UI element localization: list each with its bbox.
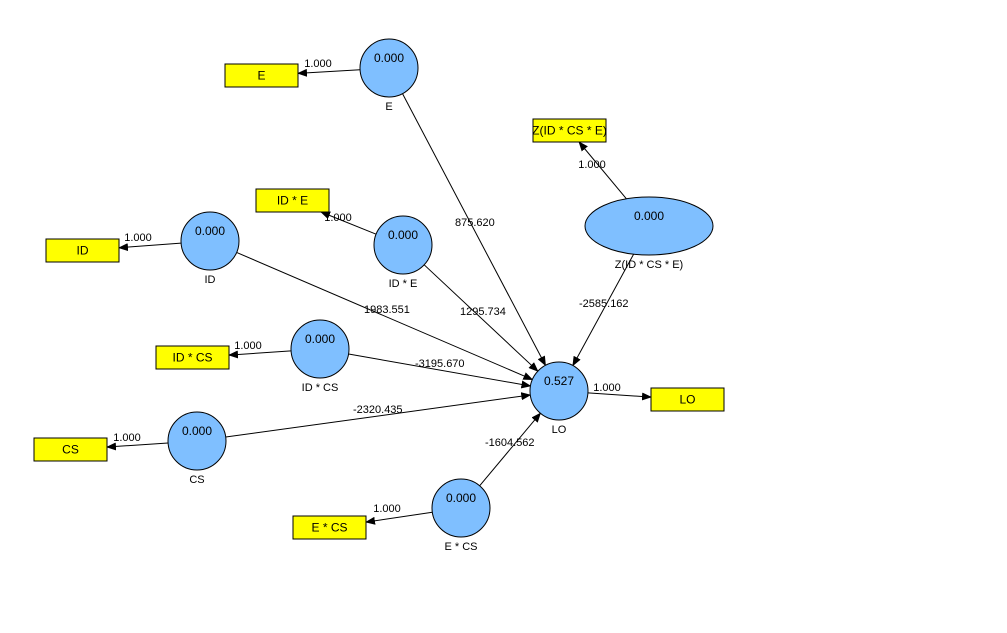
- latent-ellipse[interactable]: [167, 411, 227, 471]
- latent-label: ID: [205, 274, 216, 286]
- latent-id[interactable]: 0.000 ID: [180, 211, 240, 286]
- latent-label: LO: [552, 424, 567, 436]
- outer-loading: 1.000: [124, 232, 152, 244]
- outer-loading: 1.000: [593, 382, 621, 394]
- indicator-label: ID: [77, 244, 89, 258]
- path-arrow-cs-to-lo[interactable]: [225, 392, 532, 438]
- indicator-id-cs[interactable]: ID * CS: [155, 345, 230, 370]
- latent-label: E: [385, 101, 392, 113]
- latent-id-e[interactable]: 0.000 ID * E: [373, 215, 433, 290]
- latent-e[interactable]: 0.000 E: [359, 38, 419, 113]
- latent-ellipse[interactable]: [584, 196, 714, 256]
- r-squared-value: 0.000: [388, 228, 418, 242]
- indicator-label: E: [257, 69, 265, 83]
- latent-z-id-cs-e[interactable]: 0.000 Z(ID * CS * E): [584, 196, 714, 271]
- path-coefficient: -1604.562: [485, 437, 535, 449]
- indicator-e[interactable]: E: [224, 63, 299, 88]
- latent-label: CS: [189, 474, 204, 486]
- latent-ellipse[interactable]: [290, 319, 350, 379]
- path-coefficient: 1983.551: [364, 304, 410, 316]
- latent-label: ID * E: [389, 278, 418, 290]
- path-coefficient: 875.620: [455, 217, 495, 229]
- r-squared-value: 0.000: [182, 424, 212, 438]
- latent-ellipse[interactable]: [529, 361, 589, 421]
- loading-arrow-e[interactable]: [297, 68, 361, 77]
- indicator-label: E * CS: [311, 521, 347, 535]
- latent-label: E * CS: [444, 541, 477, 553]
- path-coefficient: -2585.162: [579, 298, 629, 310]
- indicator-label: Z(ID * CS * E): [532, 124, 607, 138]
- latent-e-cs[interactable]: 0.000 E * CS: [431, 478, 491, 553]
- latent-label: Z(ID * CS * E): [615, 259, 683, 271]
- r-squared-value: 0.527: [544, 374, 574, 388]
- path-coefficient: -2320.435: [353, 404, 403, 416]
- latent-ellipse[interactable]: [431, 478, 491, 538]
- indicator-z-id-cs-e[interactable]: Z(ID * CS * E): [532, 118, 607, 143]
- nodes-layer: E ID * E ID ID * CS CS E * CS Z(ID * CS * E) LO…: [33, 38, 725, 553]
- latent-ellipse[interactable]: [373, 215, 433, 275]
- r-squared-value: 0.000: [634, 209, 664, 223]
- latent-id-cs[interactable]: 0.000 ID * CS: [290, 319, 350, 394]
- outer-loading: 1.000: [234, 340, 262, 352]
- latent-ellipse[interactable]: [180, 211, 240, 271]
- latent-label: ID * CS: [302, 382, 339, 394]
- indicator-label: ID * CS: [172, 351, 212, 365]
- latent-ellipse[interactable]: [359, 38, 419, 98]
- r-squared-value: 0.000: [374, 51, 404, 65]
- outer-loading: 1.000: [324, 212, 352, 224]
- latent-lo[interactable]: 0.527 LO: [529, 361, 589, 436]
- r-squared-value: 0.000: [195, 224, 225, 238]
- r-squared-value: 0.000: [446, 491, 476, 505]
- r-squared-value: 0.000: [305, 332, 335, 346]
- indicator-label: ID * E: [277, 194, 308, 208]
- path-coefficient: 1295.734: [460, 306, 506, 318]
- indicator-id-e[interactable]: ID * E: [255, 188, 330, 213]
- latent-cs[interactable]: 0.000 CS: [167, 411, 227, 486]
- path-model-canvas: E ID * E ID ID * CS CS E * CS Z(ID * CS * E) LO…: [33, 38, 725, 553]
- path-coefficient: -3195.670: [415, 358, 465, 370]
- outer-loading: 1.000: [113, 432, 141, 444]
- indicator-e-cs[interactable]: E * CS: [292, 515, 367, 540]
- outer-loading: 1.000: [578, 159, 606, 171]
- indicator-cs[interactable]: CS: [33, 437, 108, 462]
- path-arrow-excs-to-lo[interactable]: [479, 412, 542, 487]
- indicator-lo[interactable]: LO: [650, 387, 725, 412]
- outer-loading: 1.000: [304, 58, 332, 70]
- indicator-label: LO: [679, 393, 695, 407]
- indicator-label: CS: [62, 443, 79, 457]
- outer-loading: 1.000: [373, 503, 401, 515]
- indicator-id[interactable]: ID: [45, 238, 120, 263]
